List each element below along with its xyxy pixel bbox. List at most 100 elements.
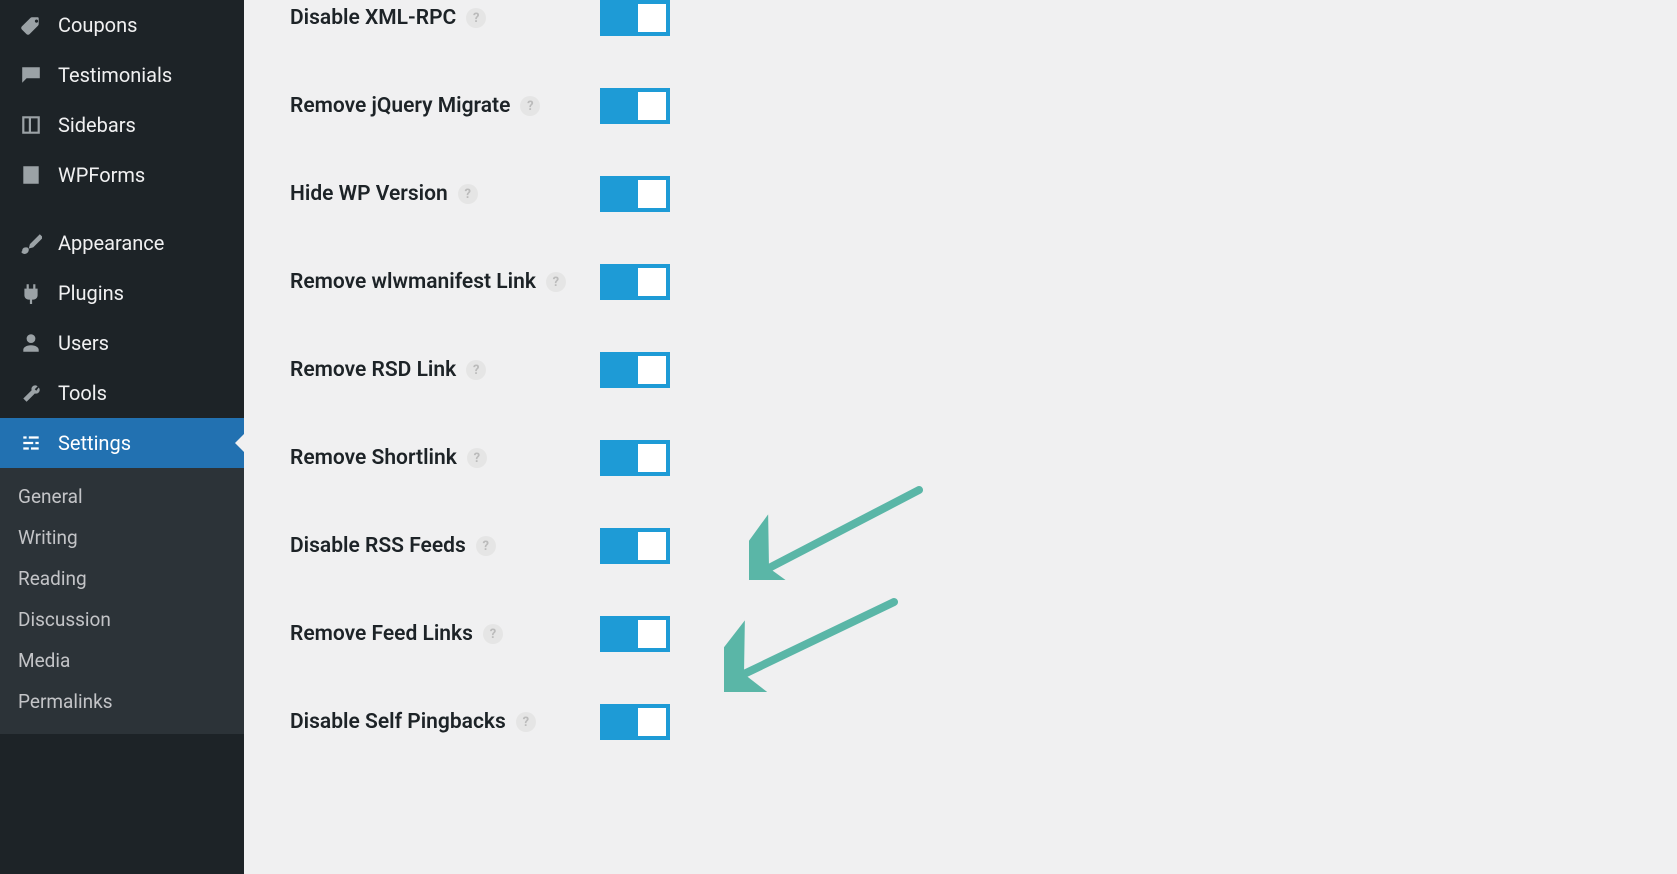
setting-control xyxy=(600,528,670,564)
sliders-icon xyxy=(18,430,44,456)
toggle-knob xyxy=(638,4,666,32)
settings-row-disable-xml-rpc: Disable XML-RPC ? xyxy=(244,0,1677,62)
toggle-knob xyxy=(638,92,666,120)
toggle-knob xyxy=(638,268,666,296)
sidebar-item-plugins[interactable]: Plugins xyxy=(0,268,244,318)
setting-label: Remove wlwmanifest Link ? xyxy=(244,270,600,294)
submenu-item-writing[interactable]: Writing xyxy=(0,517,244,558)
toggle-hide-wp-version[interactable] xyxy=(600,176,670,212)
help-icon[interactable]: ? xyxy=(476,536,496,556)
sidebar-item-label: Tools xyxy=(58,381,107,405)
setting-control xyxy=(600,352,670,388)
setting-control xyxy=(600,264,670,300)
setting-control xyxy=(600,616,670,652)
toggle-knob xyxy=(638,620,666,648)
setting-label: Remove RSD Link ? xyxy=(244,358,600,382)
setting-label-text: Remove Shortlink xyxy=(290,446,457,470)
toggle-disable-self-pingbacks[interactable] xyxy=(600,704,670,740)
setting-label-text: Disable XML-RPC xyxy=(290,6,456,30)
toggle-knob xyxy=(638,356,666,384)
settings-row-disable-self-pingbacks: Disable Self Pingbacks ? xyxy=(244,678,1677,766)
sidebar-item-users[interactable]: Users xyxy=(0,318,244,368)
submenu-item-media[interactable]: Media xyxy=(0,640,244,681)
submenu-item-reading[interactable]: Reading xyxy=(0,558,244,599)
sidebar-item-coupons[interactable]: Coupons xyxy=(0,0,244,50)
help-icon[interactable]: ? xyxy=(516,712,536,732)
sidebar-item-label: Appearance xyxy=(58,231,164,255)
sidebar-item-appearance[interactable]: Appearance xyxy=(0,218,244,268)
toggle-disable-rss-feeds[interactable] xyxy=(600,528,670,564)
settings-row-remove-wlwmanifest-link: Remove wlwmanifest Link ? xyxy=(244,238,1677,326)
setting-label-text: Disable RSS Feeds xyxy=(290,534,466,558)
setting-control xyxy=(600,0,670,36)
setting-label-text: Remove jQuery Migrate xyxy=(290,94,510,118)
settings-row-remove-jquery-migrate: Remove jQuery Migrate ? xyxy=(244,62,1677,150)
toggle-remove-jquery-migrate[interactable] xyxy=(600,88,670,124)
plugin-icon xyxy=(18,280,44,306)
setting-label: Disable Self Pingbacks ? xyxy=(244,710,600,734)
sidebar-item-label: Coupons xyxy=(58,13,137,37)
toggle-remove-wlwmanifest-link[interactable] xyxy=(600,264,670,300)
sidebar-item-sidebars[interactable]: Sidebars xyxy=(0,100,244,150)
settings-table: Disable XML-RPC ? Remove jQuery Migrate … xyxy=(244,0,1677,766)
setting-control xyxy=(600,88,670,124)
sidebar-item-label: Plugins xyxy=(58,281,124,305)
brush-icon xyxy=(18,230,44,256)
submenu-item-discussion[interactable]: Discussion xyxy=(0,599,244,640)
sidebar-item-label: Testimonials xyxy=(58,63,172,87)
submenu-item-general[interactable]: General xyxy=(0,476,244,517)
settings-row-disable-rss-feeds: Disable RSS Feeds ? xyxy=(244,502,1677,590)
sidebar-item-settings[interactable]: Settings xyxy=(0,418,244,468)
setting-label-text: Remove RSD Link xyxy=(290,358,456,382)
tag-icon xyxy=(18,12,44,38)
settings-row-remove-rsd-link: Remove RSD Link ? xyxy=(244,326,1677,414)
submenu-item-permalinks[interactable]: Permalinks xyxy=(0,681,244,722)
setting-control xyxy=(600,440,670,476)
help-icon[interactable]: ? xyxy=(466,8,486,28)
toggle-knob xyxy=(638,532,666,560)
setting-label-text: Remove Feed Links xyxy=(290,622,473,646)
setting-label: Disable XML-RPC ? xyxy=(244,6,600,30)
sidebars-icon xyxy=(18,112,44,138)
sidebar-item-label: Users xyxy=(58,331,109,355)
setting-label-text: Hide WP Version xyxy=(290,182,448,206)
setting-control xyxy=(600,704,670,740)
toggle-remove-rsd-link[interactable] xyxy=(600,352,670,388)
setting-label: Remove jQuery Migrate ? xyxy=(244,94,600,118)
help-icon[interactable]: ? xyxy=(546,272,566,292)
toggle-disable-xml-rpc[interactable] xyxy=(600,0,670,36)
toggle-knob xyxy=(638,444,666,472)
testimonial-icon xyxy=(18,62,44,88)
sidebar-item-label: Settings xyxy=(58,431,131,455)
user-icon xyxy=(18,330,44,356)
sidebar-item-wpforms[interactable]: WPForms xyxy=(0,150,244,200)
admin-sidebar: Coupons Testimonials Sidebars WPForms Ap… xyxy=(0,0,244,874)
help-icon[interactable]: ? xyxy=(520,96,540,116)
help-icon[interactable]: ? xyxy=(466,360,486,380)
help-icon[interactable]: ? xyxy=(467,448,487,468)
help-icon[interactable]: ? xyxy=(483,624,503,644)
sidebar-item-tools[interactable]: Tools xyxy=(0,368,244,418)
settings-row-hide-wp-version: Hide WP Version ? xyxy=(244,150,1677,238)
setting-label: Remove Shortlink ? xyxy=(244,446,600,470)
toggle-knob xyxy=(638,708,666,736)
help-icon[interactable]: ? xyxy=(458,184,478,204)
sidebar-item-label: Sidebars xyxy=(58,113,136,137)
toggle-knob xyxy=(638,180,666,208)
settings-row-remove-feed-links: Remove Feed Links ? xyxy=(244,590,1677,678)
settings-row-remove-shortlink: Remove Shortlink ? xyxy=(244,414,1677,502)
toggle-remove-feed-links[interactable] xyxy=(600,616,670,652)
wrench-icon xyxy=(18,380,44,406)
setting-control xyxy=(600,176,670,212)
settings-submenu: General Writing Reading Discussion Media… xyxy=(0,468,244,734)
wpforms-icon xyxy=(18,162,44,188)
settings-content: Disable XML-RPC ? Remove jQuery Migrate … xyxy=(244,0,1677,874)
setting-label-text: Disable Self Pingbacks xyxy=(290,710,506,734)
setting-label-text: Remove wlwmanifest Link xyxy=(290,270,536,294)
sidebar-item-label: WPForms xyxy=(58,163,145,187)
setting-label: Remove Feed Links ? xyxy=(244,622,600,646)
setting-label: Disable RSS Feeds ? xyxy=(244,534,600,558)
toggle-remove-shortlink[interactable] xyxy=(600,440,670,476)
sidebar-item-testimonials[interactable]: Testimonials xyxy=(0,50,244,100)
setting-label: Hide WP Version ? xyxy=(244,182,600,206)
